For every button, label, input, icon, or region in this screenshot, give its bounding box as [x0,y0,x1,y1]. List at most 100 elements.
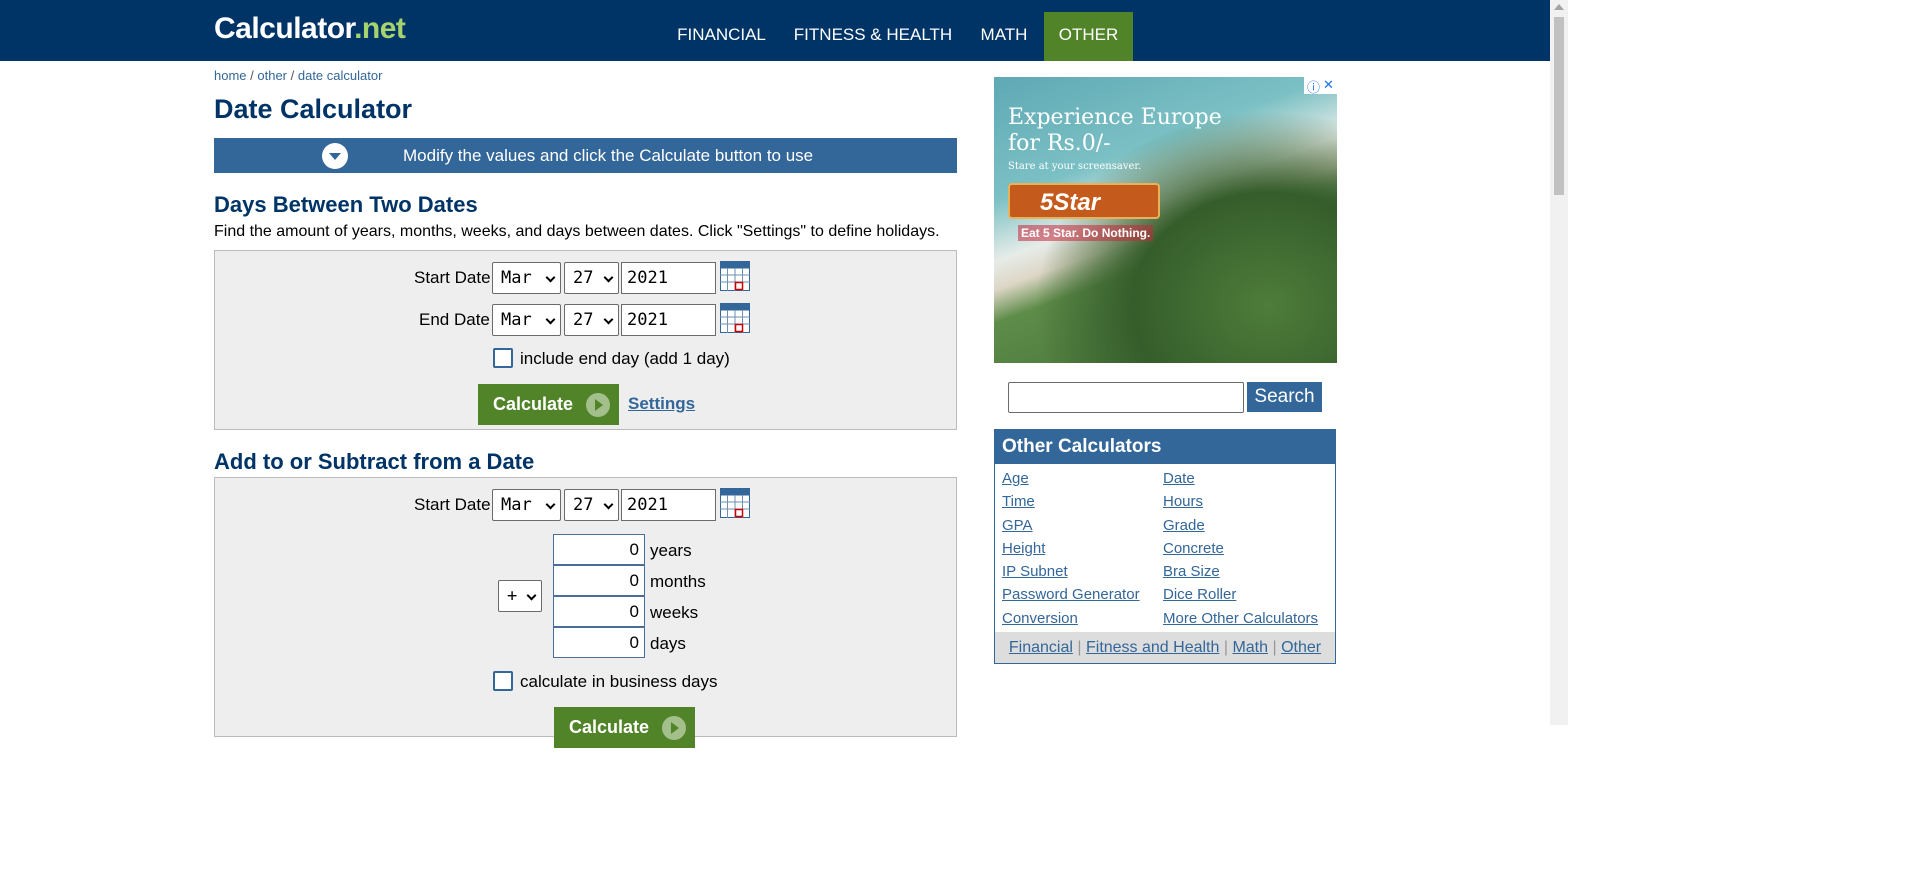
link-hours[interactable]: Hours [1163,493,1203,510]
ad-subtext: Stare at your screensaver. [1008,161,1142,172]
page-scrollbar[interactable] [1550,0,1568,725]
start-day-select[interactable]: 27 [564,262,619,294]
logo-main: Calculator [214,12,355,45]
add-start-month-value: Mar [501,495,532,515]
settings-link[interactable]: Settings [628,394,695,414]
add-start-year-input[interactable]: 2021 [621,489,716,521]
breadcrumb-current[interactable]: date calculator [298,68,383,83]
ad-headline-line-2: for Rs.0/- [1008,131,1111,156]
other-calculators-footer: Financial | Fitness and Health | Math | … [995,632,1335,663]
breadcrumb-separator: / [246,68,258,83]
include-end-day-label: include end day (add 1 day) [520,349,730,368]
link-concrete[interactable]: Concrete [1163,540,1224,557]
nav-other[interactable]: OTHER [1044,12,1133,61]
start-date-label: Start Date [414,495,491,514]
logo-tld: .net [354,12,406,45]
other-calculators-panel: Other Calculators Age Time GPA Height IP… [994,429,1336,664]
ad-tagline: Eat 5 Star. Do Nothing. [1018,225,1154,241]
calculate-button[interactable]: Calculate [478,384,619,425]
breadcrumb-other[interactable]: other [257,68,287,83]
add-start-day-value: 27 [573,495,594,515]
start-date-label: Start Date [414,268,491,287]
days-label: days [650,634,686,653]
breadcrumb: home / other / date calculator [214,68,382,83]
end-day-select[interactable]: 27 [564,304,619,336]
months-label: months [650,572,706,591]
breadcrumb-home[interactable]: home [214,68,247,83]
weeks-label: weeks [650,603,699,622]
link-dice-roller[interactable]: Dice Roller [1163,586,1236,603]
add-start-month-select[interactable]: Mar [492,489,561,521]
modify-values-bar[interactable]: Modify the values and click the Calculat… [214,138,957,173]
days-input[interactable]: 0 [553,627,645,658]
modify-values-text: Modify the values and click the Calculat… [403,146,814,165]
search-button[interactable]: Search [1247,382,1322,412]
nav-math[interactable]: MATH [972,12,1036,61]
chevron-down-circle-icon[interactable] [322,143,348,169]
end-day-value: 27 [573,310,594,330]
years-input[interactable]: 0 [553,534,645,565]
add-start-day-select[interactable]: 27 [564,489,619,521]
calendar-icon[interactable] [720,261,750,291]
link-conversion[interactable]: Conversion [1002,610,1078,627]
business-days-checkbox[interactable] [493,671,513,691]
nav-fitness-health[interactable]: FITNESS & HEALTH [787,12,959,61]
end-year-input[interactable]: 2021 [621,304,716,336]
ad-close-icon[interactable]: ✕ [1323,77,1334,93]
start-year-input[interactable]: 2021 [621,262,716,294]
ad-controls: ⓘ ✕ [1304,77,1337,96]
footer-link-financial[interactable]: Financial [1009,639,1073,656]
link-time[interactable]: Time [1002,493,1035,510]
calculate-button-label: Calculate [493,394,574,414]
link-date[interactable]: Date [1163,470,1195,487]
scroll-up-arrow-icon[interactable] [1554,4,1564,10]
link-ip-subnet[interactable]: IP Subnet [1002,563,1068,580]
operator-value: + [507,586,518,606]
chevron-down-icon [545,272,556,283]
end-month-value: Mar [501,310,532,330]
chevron-down-icon [526,590,537,601]
operator-select[interactable]: + [498,580,542,612]
breadcrumb-separator: / [287,68,298,83]
add-subtract-heading: Add to or Subtract from a Date [214,449,535,474]
end-date-label: End Date [419,310,490,329]
business-days-label: calculate in business days [520,672,718,691]
search-input[interactable] [1008,382,1244,413]
start-month-select[interactable]: Mar [492,262,561,294]
advertisement[interactable]: ⓘ ✕ Experience Europe for Rs.0/- Stare a… [994,77,1337,363]
play-arrow-icon [586,393,610,417]
link-password-generator[interactable]: Password Generator [1002,586,1140,603]
play-arrow-icon [662,716,686,740]
link-height[interactable]: Height [1002,540,1045,557]
weeks-input[interactable]: 0 [553,596,645,627]
link-age[interactable]: Age [1002,470,1029,487]
add-calculate-button-label: Calculate [569,717,650,737]
site-logo[interactable]: Calculator.net [214,12,406,46]
scrollbar-thumb[interactable] [1554,17,1564,195]
footer-separator: | [1072,639,1086,656]
calendar-icon[interactable] [720,488,750,518]
footer-separator: | [1268,639,1282,656]
days-between-heading: Days Between Two Dates [214,192,478,217]
footer-link-other[interactable]: Other [1281,639,1321,656]
chevron-down-icon [545,499,556,510]
footer-separator: | [1219,639,1233,656]
link-grade[interactable]: Grade [1163,517,1205,534]
link-gpa[interactable]: GPA [1002,517,1033,534]
nav-financial[interactable]: FINANCIAL [669,12,774,61]
footer-link-math[interactable]: Math [1232,639,1268,656]
years-label: years [650,541,692,560]
add-calculate-button[interactable]: Calculate [554,707,695,748]
other-calculators-title: Other Calculators [995,430,1335,464]
start-month-value: Mar [501,268,532,288]
calendar-icon[interactable] [720,303,750,333]
link-bra-size[interactable]: Bra Size [1163,563,1220,580]
footer-link-fitness-health[interactable]: Fitness and Health [1086,639,1219,656]
ad-info-icon[interactable]: ⓘ [1307,77,1320,96]
chevron-down-icon [603,272,614,283]
end-month-select[interactable]: Mar [492,304,561,336]
months-input[interactable]: 0 [553,565,645,596]
top-navigation-bar: Calculator.net FINANCIAL FITNESS & HEALT… [0,0,1550,61]
link-more-other-calculators[interactable]: More Other Calculators [1163,610,1318,627]
include-end-day-checkbox[interactable] [493,348,513,368]
